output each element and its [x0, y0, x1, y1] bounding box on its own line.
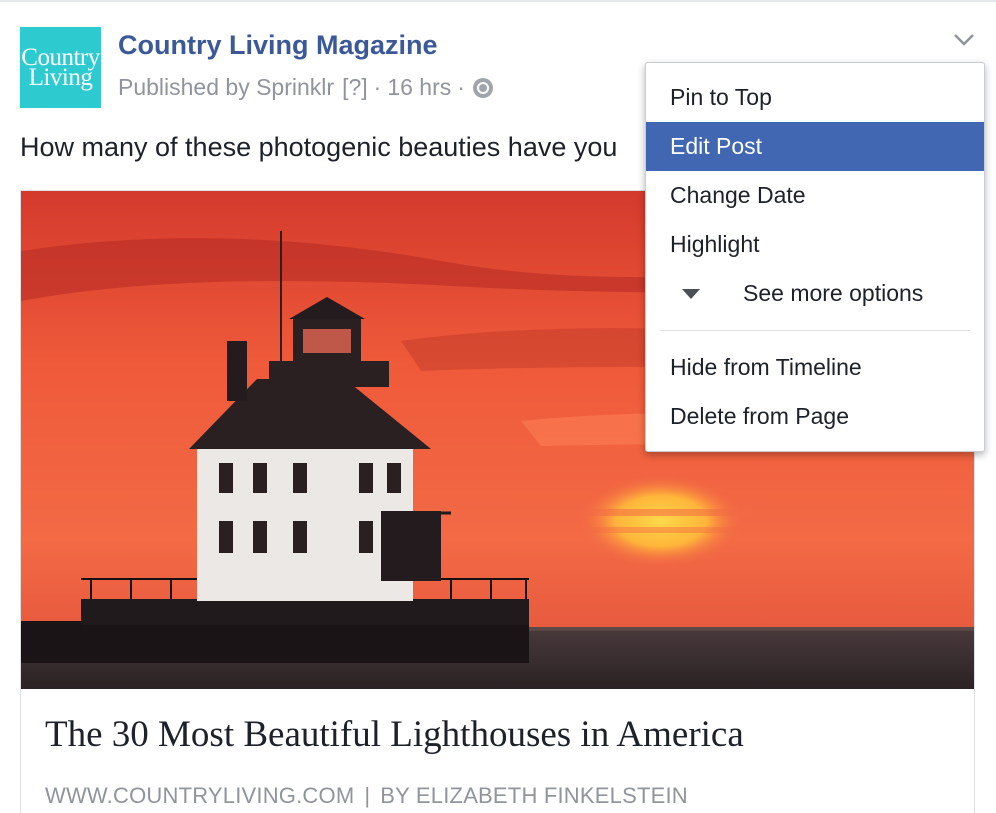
post-options-menu: Pin to Top Edit Post Change Date Highlig…: [645, 62, 985, 452]
link-domain: WWW.COUNTRYLIVING.COM: [45, 783, 355, 808]
help-link[interactable]: [?]: [342, 74, 368, 101]
menu-item-change-date[interactable]: Change Date: [646, 171, 984, 220]
globe-icon[interactable]: [472, 77, 493, 98]
link-byline: BY ELIZABETH FINKELSTEIN: [380, 783, 688, 808]
post-meta: Published by Sprinklr [?] · 16 hrs ·: [118, 74, 493, 101]
menu-item-highlight[interactable]: Highlight: [646, 220, 984, 269]
triangle-down-icon: [682, 289, 700, 299]
top-divider: [0, 0, 996, 2]
post-message: How many of these photogenic beauties ha…: [20, 132, 618, 162]
link-caption: WWW.COUNTRYLIVING.COM | BY ELIZABETH FINKE…: [45, 783, 688, 809]
page-name-link[interactable]: Country Living Magazine: [118, 30, 438, 61]
menu-divider: [660, 330, 970, 331]
menu-item-edit-post[interactable]: Edit Post: [646, 122, 984, 171]
menu-item-hide-from-timeline[interactable]: Hide from Timeline: [646, 343, 984, 392]
facebook-post: Country Living Country Living Magazine P…: [0, 0, 996, 813]
link-headline[interactable]: The 30 Most Beautiful Lighthouses in Ame…: [45, 713, 744, 756]
menu-item-see-more-options[interactable]: See more options: [646, 269, 984, 318]
chevron-down-icon[interactable]: [952, 30, 976, 50]
page-avatar[interactable]: Country Living: [20, 27, 101, 108]
menu-item-pin-to-top[interactable]: Pin to Top: [646, 73, 984, 122]
timestamp-link[interactable]: 16 hrs: [387, 74, 451, 101]
meta-separator: ·: [373, 74, 382, 100]
menu-item-label: See more options: [743, 280, 924, 306]
publisher-text: Published by Sprinklr: [118, 74, 335, 100]
menu-item-delete-from-page[interactable]: Delete from Page: [646, 392, 984, 441]
caption-divider: |: [364, 783, 371, 808]
avatar-logo-line2: Living: [28, 63, 93, 91]
meta-separator: ·: [457, 74, 465, 100]
